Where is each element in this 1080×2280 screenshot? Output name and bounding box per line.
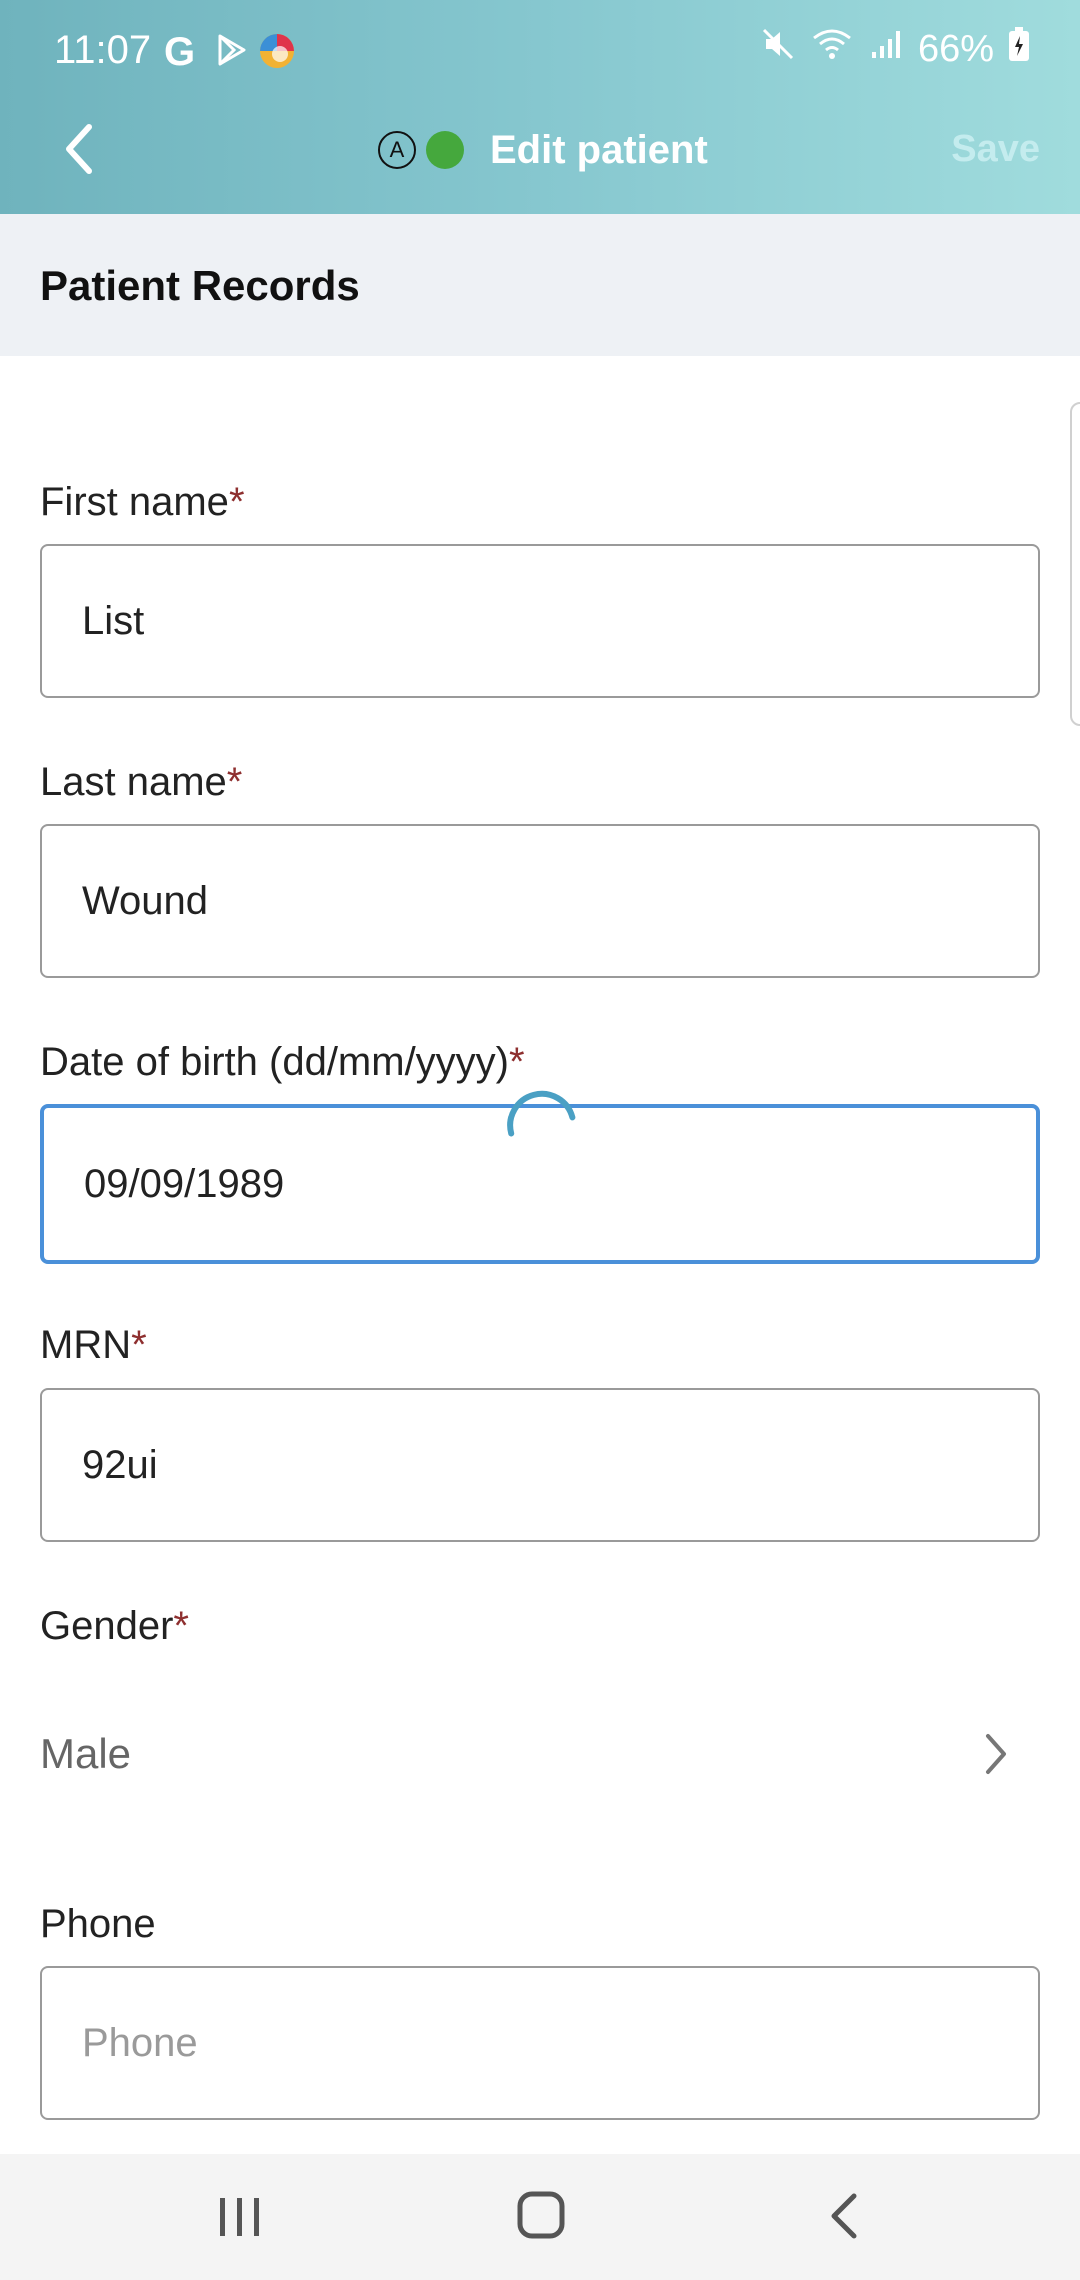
mrn-input[interactable] bbox=[40, 1388, 1040, 1542]
first-name-label: First name* bbox=[40, 480, 245, 525]
mute-icon bbox=[760, 26, 796, 72]
section-header: Patient Records bbox=[0, 214, 1080, 356]
chevron-right-icon bbox=[986, 1734, 1006, 1774]
back-icon[interactable] bbox=[824, 2192, 864, 2240]
app-header: 11:07 G 66% A Edit patient Save bbox=[0, 0, 1080, 214]
required-mark: * bbox=[509, 1040, 525, 1084]
app-bar: A Edit patient Save bbox=[0, 100, 1080, 214]
google-icon: G bbox=[164, 30, 196, 74]
last-name-input[interactable] bbox=[40, 824, 1040, 978]
last-name-label: Last name* bbox=[40, 760, 242, 805]
signal-icon bbox=[868, 26, 904, 72]
back-button[interactable] bbox=[44, 114, 114, 184]
last-name-label-text: Last name bbox=[40, 760, 227, 804]
required-mark: * bbox=[131, 1323, 147, 1367]
online-status-dot bbox=[426, 131, 464, 169]
section-title: Patient Records bbox=[40, 262, 360, 309]
dob-label-text: Date of birth (dd/mm/yyyy) bbox=[40, 1040, 510, 1084]
chevron-left-icon bbox=[66, 124, 92, 174]
required-mark: * bbox=[173, 1604, 189, 1648]
mrn-label: MRN* bbox=[40, 1323, 147, 1368]
home-icon[interactable] bbox=[516, 2190, 566, 2240]
battery-percent: 66% bbox=[917, 27, 994, 70]
required-mark: * bbox=[226, 760, 243, 804]
page-title: Edit patient bbox=[490, 127, 708, 172]
required-mark: * bbox=[228, 480, 245, 524]
recents-icon[interactable] bbox=[216, 2194, 264, 2240]
title-group: A Edit patient bbox=[378, 118, 708, 182]
gender-label-text: Gender bbox=[40, 1604, 174, 1648]
gender-label: Gender* bbox=[40, 1604, 189, 1649]
status-bar: 11:07 G 66% bbox=[0, 0, 1080, 100]
mrn-label-text: MRN bbox=[40, 1323, 132, 1367]
wifi-icon bbox=[810, 26, 854, 72]
dob-label: Date of birth (dd/mm/yyyy)* bbox=[40, 1040, 525, 1085]
gender-value: Male bbox=[40, 1730, 132, 1777]
play-store-icon bbox=[214, 32, 250, 78]
app-notification-icon bbox=[258, 32, 296, 80]
gender-select[interactable]: Male bbox=[40, 1700, 1040, 1810]
save-button[interactable]: Save bbox=[951, 128, 1040, 171]
status-icons: 66% bbox=[760, 26, 1030, 72]
battery-icon bbox=[1008, 26, 1030, 72]
phone-input[interactable] bbox=[40, 1966, 1040, 2120]
first-name-input[interactable] bbox=[40, 544, 1040, 698]
first-name-label-text: First name bbox=[40, 480, 229, 524]
scrollbar-handle[interactable] bbox=[1070, 402, 1080, 726]
status-time: 11:07 bbox=[54, 28, 152, 72]
system-navigation-bar bbox=[0, 2154, 1080, 2280]
phone-label-text: Phone bbox=[40, 1902, 156, 1946]
phone-label: Phone bbox=[40, 1902, 156, 1947]
loading-spinner-icon bbox=[507, 1090, 576, 1137]
sync-mode-badge: A bbox=[378, 131, 416, 169]
